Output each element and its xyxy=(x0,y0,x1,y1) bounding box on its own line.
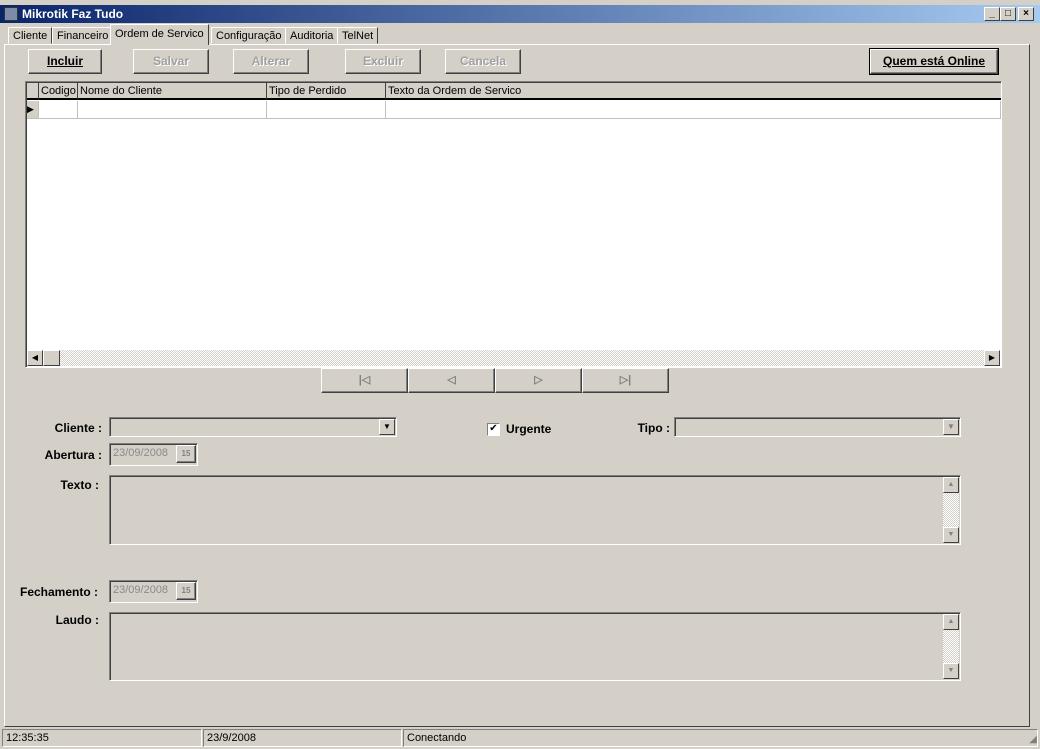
abertura-value: 23/09/2008 xyxy=(113,447,169,459)
nav-next-button[interactable]: ▷ xyxy=(495,368,582,393)
abertura-label: Abertura : xyxy=(44,448,102,462)
table-cell[interactable] xyxy=(267,101,386,119)
salvar-button[interactable]: Salvar xyxy=(133,49,209,74)
orders-grid[interactable]: Codigo Nome do Cliente Tipo de Perdido T… xyxy=(25,81,1002,368)
maximize-button[interactable]: □ xyxy=(1000,7,1016,21)
cliente-label: Cliente : xyxy=(54,421,102,435)
fechamento-value: 23/09/2008 xyxy=(113,584,169,596)
tipo-select[interactable]: ▼ xyxy=(674,417,961,437)
chevron-down-icon[interactable]: ▼ xyxy=(943,419,959,435)
tab-auditoria[interactable]: Auditoria xyxy=(285,27,339,44)
tab-financeiro[interactable]: Financeiro xyxy=(52,27,114,44)
column-header-texto[interactable]: Texto da Ordem de Servico xyxy=(386,83,1001,100)
alterar-button[interactable]: Alterar xyxy=(233,49,309,74)
cancela-button[interactable]: Cancela xyxy=(445,49,521,74)
status-time: 12:35:35 xyxy=(2,729,202,747)
vertical-scrollbar[interactable]: ▲ ▼ xyxy=(943,477,959,543)
row-indicator-header xyxy=(27,83,39,100)
chevron-down-icon[interactable]: ▼ xyxy=(379,419,395,435)
column-header-nome-cliente[interactable]: Nome do Cliente xyxy=(78,83,267,100)
scroll-down-icon[interactable]: ▼ xyxy=(943,527,959,543)
calendar-icon[interactable]: 15 xyxy=(176,582,196,600)
scroll-left-icon[interactable]: ◀ xyxy=(27,350,43,366)
calendar-icon[interactable]: 15 xyxy=(176,445,196,463)
urgente-label: Urgente xyxy=(506,422,552,436)
resize-grip-icon[interactable]: ◢ xyxy=(1029,734,1037,745)
table-cell[interactable] xyxy=(386,101,1001,119)
laudo-textarea[interactable]: ▲ ▼ xyxy=(109,612,961,681)
minimize-button[interactable]: _ xyxy=(984,7,1000,21)
scroll-down-icon[interactable]: ▼ xyxy=(943,663,959,679)
scroll-thumb[interactable] xyxy=(43,350,60,366)
excluir-button[interactable]: Excluir xyxy=(345,49,421,74)
incluir-button[interactable]: Incluir xyxy=(28,49,102,74)
nav-last-button[interactable]: ▷| xyxy=(582,368,669,393)
scroll-right-icon[interactable]: ▶ xyxy=(984,350,1000,366)
laudo-label: Laudo : xyxy=(55,613,99,627)
cliente-select[interactable]: ▼ xyxy=(109,417,397,437)
incluir-label: Incluir xyxy=(46,54,83,68)
horizontal-scrollbar[interactable]: ◀ ▶ xyxy=(27,350,1000,366)
tab-ordem-de-servico[interactable]: Ordem de Servico xyxy=(110,24,209,45)
tab-configuracao[interactable]: Configuração xyxy=(211,27,287,44)
app-icon[interactable] xyxy=(4,7,18,21)
column-header-codigo[interactable]: Codigo xyxy=(39,83,78,100)
status-connection: Conectando xyxy=(403,729,1038,747)
vertical-scrollbar[interactable]: ▲ ▼ xyxy=(943,614,959,679)
tab-cliente[interactable]: Cliente xyxy=(8,27,53,44)
column-header-tipo[interactable]: Tipo de Perdido xyxy=(267,83,386,100)
urgente-checkbox[interactable]: ✔ xyxy=(487,423,500,436)
quem-esta-online-button[interactable]: Quem está Online xyxy=(869,48,999,75)
title-bar: Mikrotik Faz Tudo xyxy=(0,5,1040,23)
scroll-up-icon[interactable]: ▲ xyxy=(943,614,959,630)
tab-telnet[interactable]: TelNet xyxy=(337,27,379,44)
window-title: Mikrotik Faz Tudo xyxy=(22,7,124,21)
nav-prior-button[interactable]: ◁ xyxy=(408,368,495,393)
nav-first-button[interactable]: |◁ xyxy=(321,368,408,393)
status-date: 23/9/2008 xyxy=(203,729,402,747)
close-button[interactable]: × xyxy=(1018,7,1034,21)
fechamento-label: Fechamento : xyxy=(19,585,98,599)
table-cell[interactable] xyxy=(39,101,78,119)
texto-label: Texto : xyxy=(60,478,99,492)
texto-textarea[interactable]: ▲ ▼ xyxy=(109,475,961,545)
current-row-indicator-icon: ▶ xyxy=(27,101,39,119)
table-cell[interactable] xyxy=(78,101,267,119)
tipo-label: Tipo : xyxy=(637,421,670,435)
online-label: Quem está Online xyxy=(882,54,986,68)
scroll-up-icon[interactable]: ▲ xyxy=(943,477,959,493)
